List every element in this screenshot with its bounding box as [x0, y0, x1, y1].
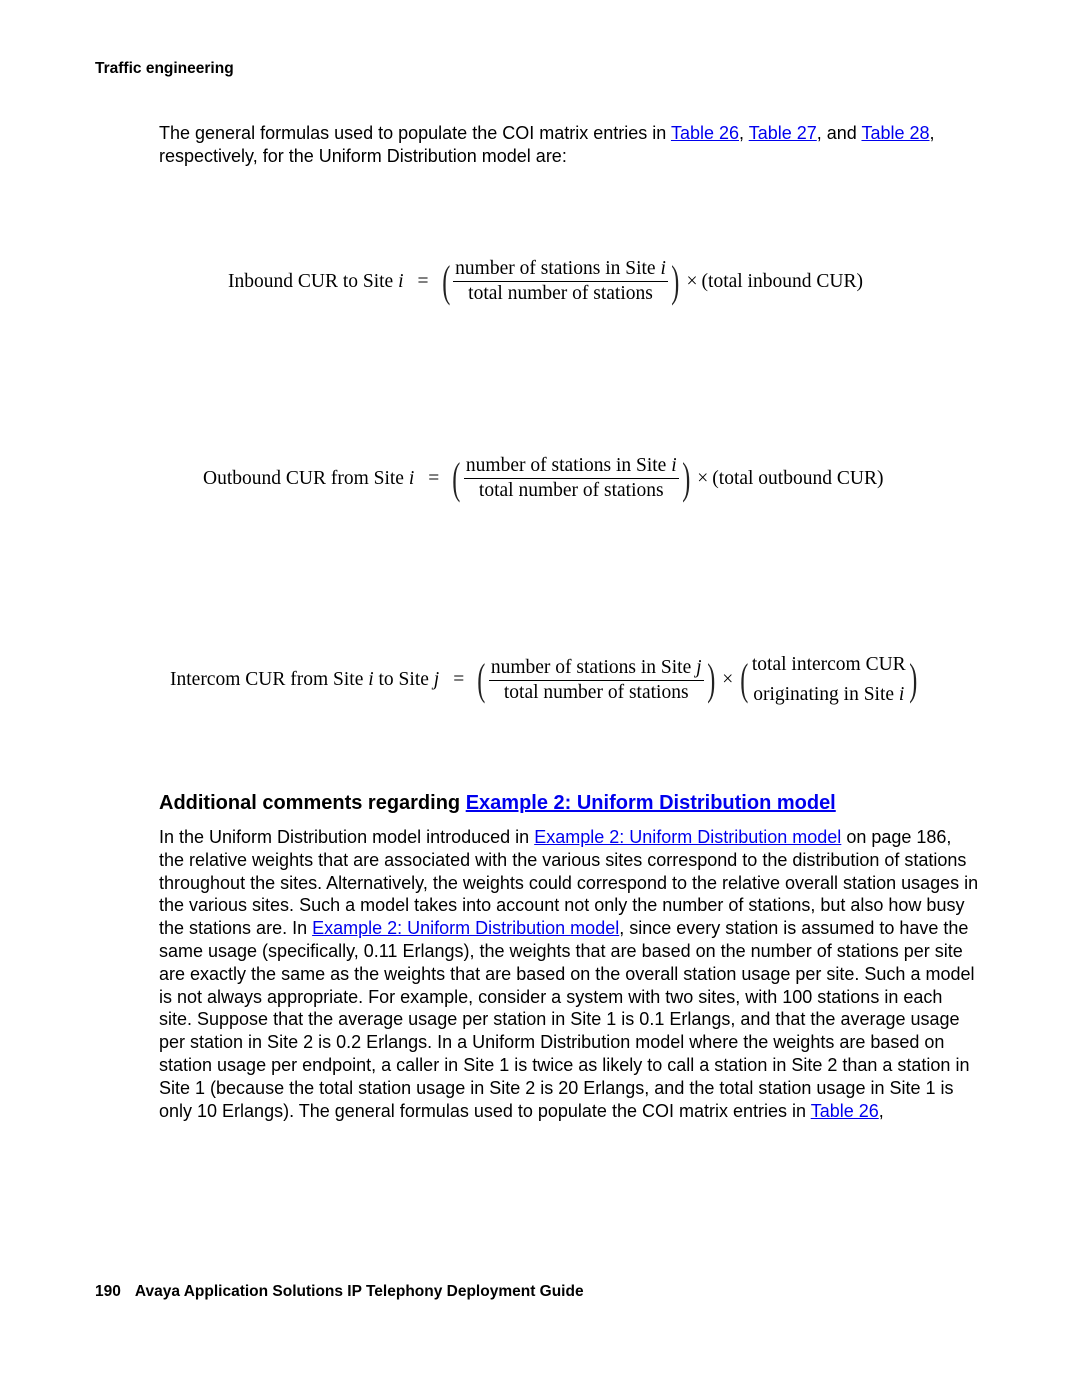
- lhs-text: to Site: [373, 669, 434, 690]
- formula-inbound: Inbound CUR to Site i = ( number of stat…: [228, 258, 863, 305]
- running-header: Traffic engineering: [95, 60, 234, 77]
- numerator-text: number of stations in Site: [465, 455, 672, 476]
- formula-lhs: Intercom CUR from Site i to Site j: [170, 669, 439, 691]
- right-paren: ): [671, 256, 680, 306]
- fraction: number of stations in Site i total numbe…: [463, 455, 679, 502]
- variable-i: i: [408, 467, 415, 489]
- rhs-stack: total intercom CUR originating in Site i: [752, 650, 906, 710]
- right-paren: ): [706, 655, 715, 704]
- numerator: number of stations in Site i: [463, 455, 679, 479]
- rhs-bottom: originating in Site i: [753, 680, 904, 710]
- variable-i: i: [398, 270, 404, 292]
- left-paren: (: [740, 655, 749, 704]
- lhs-text: Intercom CUR from Site: [170, 669, 369, 690]
- link-table-27[interactable]: Table 27: [749, 123, 817, 143]
- document-title: Avaya Application Solutions IP Telephony…: [134, 1283, 584, 1300]
- numerator: number of stations in Site i: [453, 258, 668, 282]
- times-sign: ×: [686, 270, 698, 292]
- section-heading: Additional comments regarding Example 2:…: [159, 792, 836, 815]
- intro-text: , and: [816, 123, 862, 143]
- link-table-26[interactable]: Table 26: [671, 123, 739, 143]
- left-paren: (: [452, 453, 461, 503]
- times-sign: ×: [722, 669, 734, 690]
- times-sign: ×: [697, 467, 709, 489]
- lhs-text: Inbound CUR to Site: [228, 270, 399, 292]
- variable-j: j: [696, 656, 702, 678]
- intro-paragraph: The general formulas used to populate th…: [159, 122, 979, 168]
- rhs-bottom-text: originating in Site: [753, 684, 899, 705]
- separator: ,: [739, 123, 749, 143]
- variable-j: j: [433, 669, 440, 690]
- link-table-28[interactable]: Table 28: [861, 123, 929, 143]
- link-table-26[interactable]: Table 26: [811, 1101, 879, 1121]
- variable-i: i: [898, 684, 905, 705]
- equals-sign: =: [417, 270, 429, 292]
- left-paren: (: [477, 655, 486, 704]
- numerator-text: number of stations in Site: [455, 258, 661, 279]
- variable-i: i: [660, 258, 666, 279]
- body-paragraph: In the Uniform Distribution model introd…: [159, 826, 979, 1122]
- link-example-2[interactable]: Example 2: Uniform Distribution model: [312, 918, 619, 938]
- formula-lhs: Outbound CUR from Site i: [203, 468, 414, 490]
- link-example-2[interactable]: Example 2: Uniform Distribution model: [534, 827, 841, 847]
- left-paren: (: [441, 256, 450, 306]
- denominator: total number of stations: [468, 283, 653, 304]
- body-text: ,: [878, 1100, 884, 1121]
- fraction: number of stations in Site i total numbe…: [453, 258, 668, 305]
- body-text: In the Uniform Distribution model introd…: [159, 827, 535, 847]
- denominator: total number of stations: [503, 681, 689, 703]
- page-number: 190: [95, 1283, 121, 1300]
- lhs-text: Outbound CUR from Site: [203, 467, 409, 489]
- rhs-top: total intercom CUR: [751, 654, 906, 675]
- formula-rhs: (total inbound CUR): [701, 270, 863, 292]
- heading-text: Additional comments regarding: [159, 792, 466, 814]
- formula-intercom: Intercom CUR from Site i to Site j = ( n…: [170, 650, 920, 710]
- denominator: total number of stations: [478, 480, 664, 501]
- numerator-text: number of stations in Site: [490, 656, 697, 678]
- variable-i: i: [671, 455, 677, 476]
- formula-lhs: Inbound CUR to Site i: [228, 271, 404, 293]
- formula-rhs: (total outbound CUR): [712, 467, 884, 489]
- fraction: number of stations in Site j total numbe…: [488, 656, 704, 704]
- equals-sign: =: [453, 669, 465, 690]
- formula-outbound: Outbound CUR from Site i = ( number of s…: [203, 455, 883, 502]
- equals-sign: =: [428, 467, 440, 489]
- numerator: number of stations in Site j: [488, 656, 704, 681]
- body-text: , since every station is assumed to have…: [159, 918, 975, 1121]
- link-example-2-heading[interactable]: Example 2: Uniform Distribution model: [466, 792, 836, 814]
- right-paren: ): [681, 453, 690, 503]
- intro-text: The general formulas used to populate th…: [159, 123, 671, 143]
- page-footer: 190 Avaya Application Solutions IP Teleph…: [95, 1283, 584, 1301]
- right-paren: ): [908, 655, 918, 704]
